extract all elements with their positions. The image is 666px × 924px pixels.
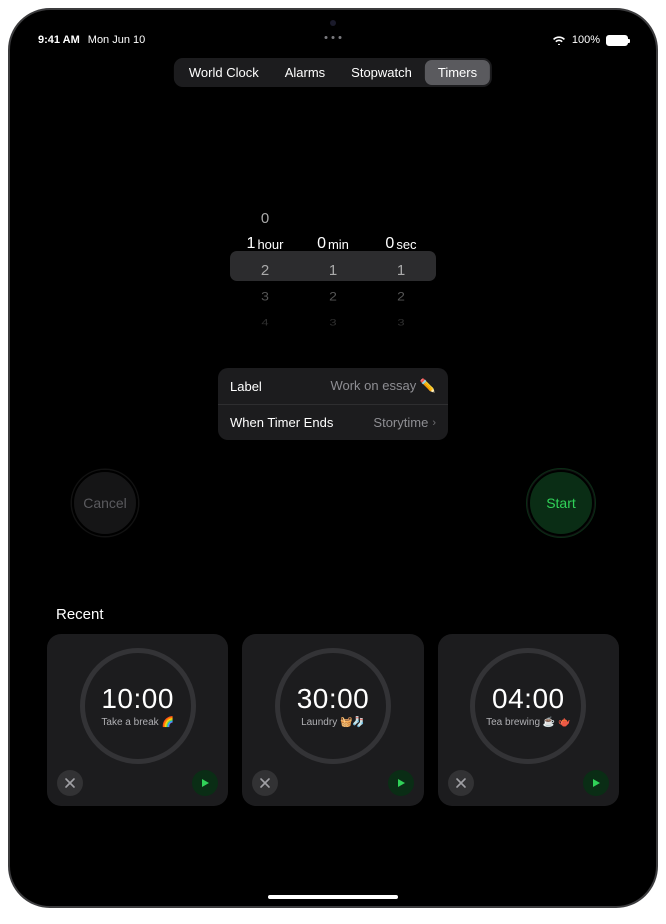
label-title: Label <box>230 379 262 394</box>
play-timer-button[interactable] <box>388 770 414 796</box>
timer-settings: Label Work on essay ✏️ When Timer Ends S… <box>218 368 448 440</box>
recent-timer-card[interactable]: 30:00 Laundry 🧺🧦 <box>242 634 423 806</box>
ends-title: When Timer Ends <box>230 415 333 430</box>
timer-label: Tea brewing ☕️ 🫖 <box>480 717 576 729</box>
picker-minutes[interactable]: 0 min 1 2 3 <box>301 205 365 335</box>
battery-percent: 100% <box>572 34 600 46</box>
mode-segmented-control[interactable]: World Clock Alarms Stopwatch Timers <box>174 58 492 87</box>
timer-dial: 10:00 Take a break 🌈 <box>80 648 196 764</box>
front-camera <box>330 20 336 26</box>
close-icon <box>64 777 76 789</box>
recent-timer-card[interactable]: 04:00 Tea brewing ☕️ 🫖 <box>438 634 619 806</box>
chevron-right-icon: › <box>432 417 436 429</box>
play-timer-button[interactable] <box>583 770 609 796</box>
duration-picker[interactable]: 0 1 hour 2 3 4 0 min 1 2 3 0 sec 1 2 <box>233 205 433 335</box>
cancel-button[interactable]: Cancel <box>72 470 138 536</box>
tab-stopwatch[interactable]: Stopwatch <box>338 60 425 85</box>
label-row[interactable]: Label Work on essay ✏️ <box>218 368 448 404</box>
status-date: Mon Jun 10 <box>88 34 145 46</box>
tab-world-clock[interactable]: World Clock <box>176 60 272 85</box>
delete-timer-button[interactable] <box>252 770 278 796</box>
ipad-frame: 9:41 AM Mon Jun 10 100% World Clock Alar… <box>8 8 658 908</box>
recent-timers-row: 10:00 Take a break 🌈 30:00 Laundry 🧺🧦 <box>47 634 619 806</box>
delete-timer-button[interactable] <box>57 770 83 796</box>
timer-dial: 04:00 Tea brewing ☕️ 🫖 <box>470 648 586 764</box>
recent-timer-card[interactable]: 10:00 Take a break 🌈 <box>47 634 228 806</box>
tab-alarms[interactable]: Alarms <box>272 60 338 85</box>
close-icon <box>259 777 271 789</box>
timer-time: 04:00 <box>492 683 565 715</box>
battery-icon <box>606 35 628 46</box>
play-icon <box>200 778 210 788</box>
timer-label: Take a break 🌈 <box>95 717 180 729</box>
delete-timer-button[interactable] <box>448 770 474 796</box>
status-time: 9:41 AM <box>38 34 80 46</box>
picker-seconds[interactable]: 0 sec 1 2 3 <box>369 205 433 335</box>
timer-time: 30:00 <box>297 683 370 715</box>
timer-time: 10:00 <box>101 683 174 715</box>
multitask-indicator[interactable] <box>325 36 342 39</box>
when-timer-ends-row[interactable]: When Timer Ends Storytime › <box>218 404 448 440</box>
picker-hours[interactable]: 0 1 hour 2 3 4 <box>233 205 297 335</box>
close-icon <box>455 777 467 789</box>
tab-timers[interactable]: Timers <box>425 60 490 85</box>
ends-value: Storytime <box>373 415 428 430</box>
wifi-icon <box>552 35 566 45</box>
recent-heading: Recent <box>56 606 104 623</box>
home-indicator[interactable] <box>268 895 398 899</box>
timer-dial: 30:00 Laundry 🧺🧦 <box>275 648 391 764</box>
play-icon <box>591 778 601 788</box>
start-button[interactable]: Start <box>528 470 594 536</box>
timer-label: Laundry 🧺🧦 <box>295 717 371 729</box>
label-value: Work on essay ✏️ <box>330 378 436 394</box>
play-timer-button[interactable] <box>192 770 218 796</box>
play-icon <box>396 778 406 788</box>
